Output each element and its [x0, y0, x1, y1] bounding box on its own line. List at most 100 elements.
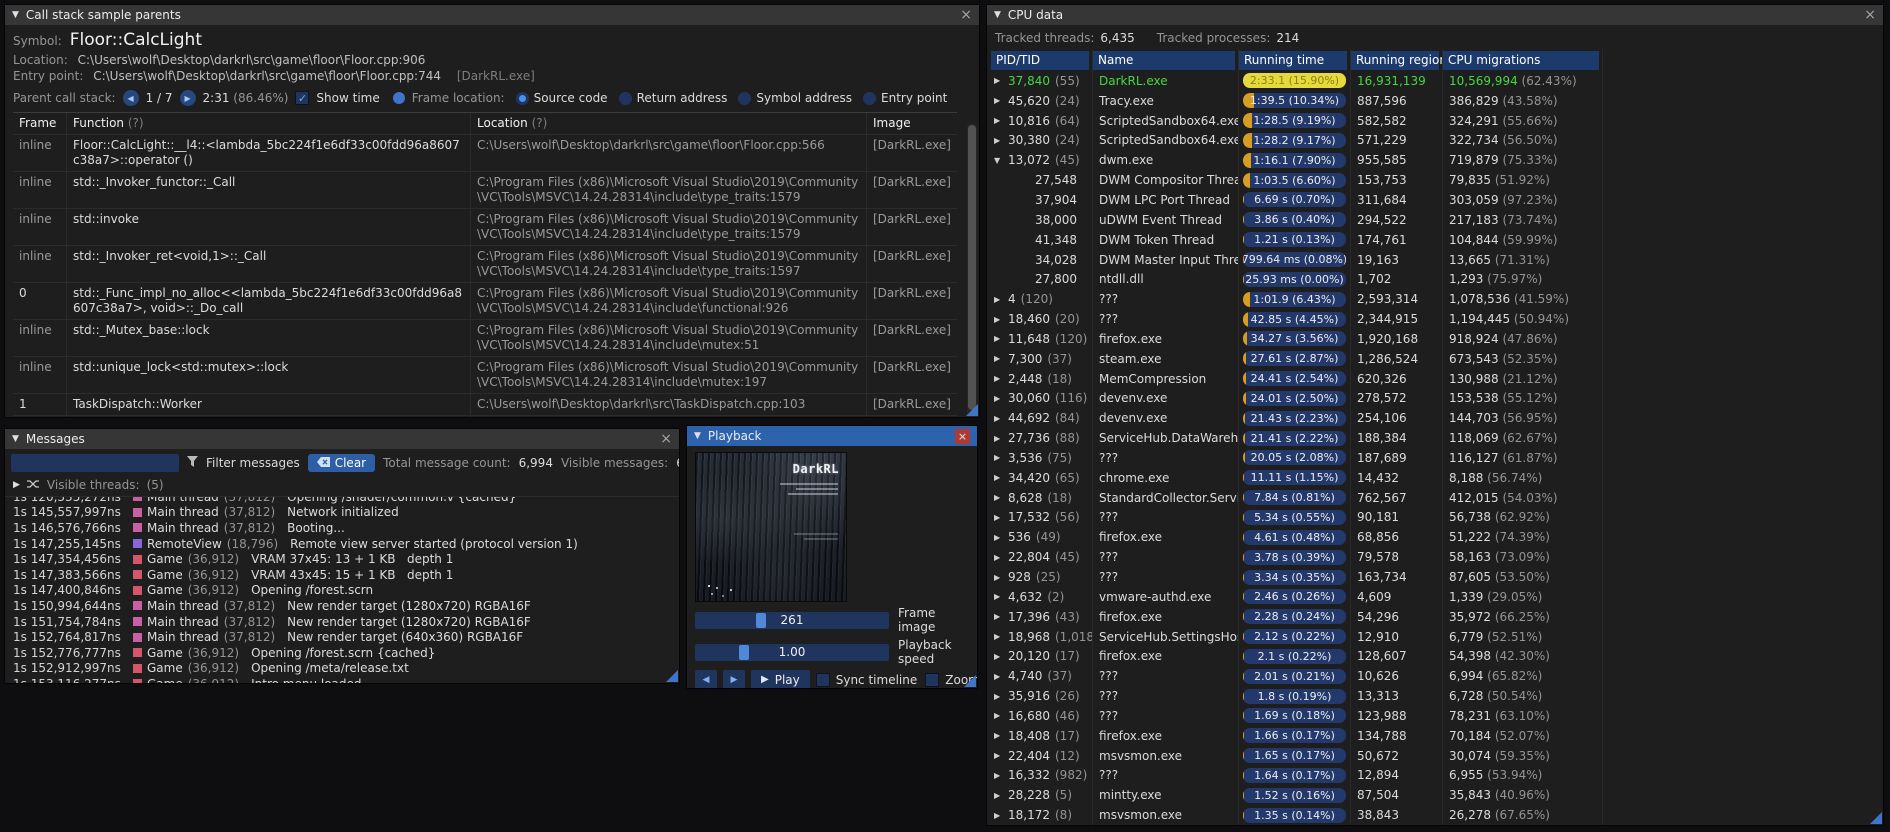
message-row[interactable]: 1s 151,754,784ns Main thread (37,812) New r…: [13, 614, 679, 630]
cpu-row[interactable]: ▶ 37,840 (55) DarkRL.exe 2:33.1 (15.90%) 16,9…: [991, 71, 1883, 91]
callstack-frame-row[interactable]: inline std::invoke C:\Program Files (x86)\…: [13, 209, 957, 246]
cpu-row[interactable]: ▶ 4,740 (37)??? 2.01 s (0.21%) 10,626 6,994 (…: [991, 666, 1883, 687]
expand-icon[interactable]: ▶: [994, 136, 1005, 145]
cpu-row[interactable]: ▼ 13,072 (45) dwm.exe 1:16.1 (7.90%) 955,585 7…: [991, 150, 1883, 171]
prev-frame-button[interactable]: ◀: [695, 670, 717, 688]
cpu-row[interactable]: ▶ 18,172 (8) msvsmon.exe 1.35 s (0.14%) 38,84…: [991, 805, 1883, 825]
cpu-row[interactable]: ▶ 20,120 (17) firefox.exe 2.1 s (0.22%) 128,6…: [991, 646, 1883, 667]
cpu-row[interactable]: ▶18,968 (1,018)ServiceHub.SettingsHost.ex…: [991, 626, 1883, 647]
message-row[interactable]: 1s 147,354,456ns Game (36,912) VRAM 37x45: …: [13, 551, 679, 567]
cpu-row[interactable]: ▶ 35,916 (26)??? 1.8 s (0.19%) 13,313 6,728 (…: [991, 686, 1883, 706]
expand-icon[interactable]: ▶: [994, 374, 1005, 383]
callstack-frame-row[interactable]: inline std::_Invoker_ret<void,1>::_Call C:…: [13, 246, 957, 283]
message-row[interactable]: 1s 150,994,644ns Main thread (37,812) New r…: [13, 598, 679, 614]
expand-icon[interactable]: ▶: [994, 315, 1005, 324]
callstack-scrollbar[interactable]: [967, 123, 977, 417]
expand-icon[interactable]: ▶: [994, 354, 1005, 363]
callstack-frame-row[interactable]: inline std::_Invoker_functor::_Call C:\Pro…: [13, 172, 957, 209]
callstack-frame-row[interactable]: 2std::thread::_Invoke<std::tuple<<lambda…: [13, 416, 957, 417]
collapse-icon[interactable]: ▼: [694, 431, 701, 441]
message-row[interactable]: 1s 153,116,277ns Game (36,912) Intro menu l…: [13, 676, 679, 683]
next-parent-button[interactable]: ▶: [179, 90, 196, 106]
clear-button[interactable]: Clear: [307, 454, 376, 472]
cpu-row[interactable]: ▶ 16,332 (982)??? 1.64 s (0.17%) 12,894 6,955…: [991, 765, 1883, 786]
radio-symbol-address[interactable]: [738, 91, 752, 105]
cpu-titlebar[interactable]: ▼ CPU data ×: [987, 5, 1883, 25]
callstack-frame-row[interactable]: 0 std::_Func_impl_no_alloc<<lambda_5bc224…: [13, 283, 957, 320]
scrollbar-thumb[interactable]: [968, 125, 976, 411]
cpu-row[interactable]: ▶ 34,420 (65) chrome.exe 11.11 s (1.15%) 14,4…: [991, 467, 1883, 488]
cpu-row[interactable]: 38,000 uDWM Event Thread 3.86 s (0.40%) 294…: [991, 209, 1883, 230]
expand-icon[interactable]: ▶: [994, 573, 1005, 582]
callstack-frame-row[interactable]: inline std::unique_lock<std::mutex>::lock…: [13, 357, 957, 394]
message-row[interactable]: 1s 152,764,817ns Main thread (37,812) New r…: [13, 629, 679, 645]
playback-frame-image[interactable]: DarkRL: [695, 452, 847, 602]
radio-source-code[interactable]: [515, 91, 529, 105]
expand-icon[interactable]: ▶: [994, 711, 1005, 720]
frame-slider[interactable]: 261: [695, 611, 889, 629]
expand-icon[interactable]: ▶: [994, 612, 1005, 621]
close-icon[interactable]: ×: [955, 428, 970, 444]
column-header-cpu-migrations[interactable]: CPU migrations: [1443, 50, 1599, 70]
cpu-row[interactable]: ▶ 4 (120)??? 1:01.9 (6.43%) 2,593,314 1,078,5…: [991, 289, 1883, 310]
message-row[interactable]: 1s 120,335,272ns Main thread (37,812) Openi…: [13, 497, 679, 505]
message-row[interactable]: 1s 147,383,566ns Game (36,912) VRAM 43x45: …: [13, 567, 679, 583]
cpu-row[interactable]: ▶ 2,448 (18) MemCompression 24.41 s (2.54%) 6…: [991, 368, 1883, 389]
expand-icon[interactable]: ▶: [994, 652, 1005, 661]
resize-grip[interactable]: [966, 404, 978, 416]
expand-icon[interactable]: ▶: [13, 480, 20, 490]
expand-icon[interactable]: ▶: [994, 791, 1005, 800]
speed-slider[interactable]: 1.00: [695, 643, 889, 661]
expand-icon[interactable]: ▶: [994, 334, 1005, 343]
resize-grip[interactable]: [666, 670, 678, 682]
cpu-row[interactable]: ▶ 16,680 (46)??? 1.69 s (0.18%) 123,988 78,23…: [991, 706, 1883, 726]
column-header-running-regions[interactable]: Running regions: [1351, 50, 1442, 70]
expand-icon[interactable]: ▶: [994, 295, 1005, 304]
message-row[interactable]: 1s 147,255,145ns RemoteView (18,796) Remote…: [13, 536, 679, 552]
cpu-row[interactable]: ▶ 17,532 (56)??? 5.34 s (0.55%) 90,181 56,738…: [991, 507, 1883, 528]
column-header-pid-tid[interactable]: PID/TID: [991, 50, 1089, 70]
expand-icon[interactable]: ▶: [994, 731, 1005, 740]
expand-icon[interactable]: ▼: [994, 156, 1005, 165]
cpu-row[interactable]: ▶ 45,620 (24) Tracy.exe 1:39.5 (10.34%) 887,5…: [991, 90, 1883, 111]
expand-icon[interactable]: ▶: [994, 414, 1005, 423]
visible-threads-row[interactable]: ▶ Visible threads: (5): [5, 477, 679, 497]
filter-input[interactable]: [11, 454, 179, 472]
collapse-icon[interactable]: ▼: [12, 10, 19, 20]
resize-grip[interactable]: [964, 675, 976, 687]
expand-icon[interactable]: ▶: [994, 453, 1005, 462]
cpu-row[interactable]: ▶ 536 (49) firefox.exe 4.61 s (0.48%) 68,856 5…: [991, 527, 1883, 548]
cpu-row[interactable]: ▶ 17,396 (43) firefox.exe 2.28 s (0.24%) 54,2…: [991, 606, 1883, 627]
shuffle-icon[interactable]: [26, 478, 40, 492]
cpu-row[interactable]: ▶ 928 (25)??? 3.34 s (0.35%) 163,734 87,605 (…: [991, 567, 1883, 587]
cpu-row[interactable]: 27,800 ntdll.dll 25.93 ms (0.00%) 1,702 1,29…: [991, 269, 1883, 290]
expand-icon[interactable]: ▶: [994, 692, 1005, 701]
prev-parent-button[interactable]: ◀: [122, 90, 139, 106]
message-row[interactable]: 1s 152,912,997ns Game (36,912) Opening /met…: [13, 661, 679, 677]
expand-icon[interactable]: ▶: [994, 751, 1005, 760]
column-header-running-time[interactable]: Running time: [1239, 50, 1347, 70]
collapse-icon[interactable]: ▼: [12, 434, 19, 444]
cpu-row[interactable]: 27,548 DWM Compositor Thread 1:03.5 (6.60%…: [991, 170, 1883, 191]
cpu-row[interactable]: ▶8,628 (18) StandardCollector.Service.e 7.8…: [991, 487, 1883, 508]
expand-icon[interactable]: ▶: [994, 76, 1005, 85]
playback-titlebar[interactable]: ▼ Playback ×: [687, 426, 977, 446]
cpu-row[interactable]: 41,348 DWM Token Thread 1.21 s (0.13%) 174,…: [991, 229, 1883, 250]
close-icon[interactable]: ×: [1864, 8, 1876, 22]
zoom-checkbox[interactable]: [925, 672, 940, 687]
cpu-row[interactable]: ▶ 18,408 (17) firefox.exe 1.66 s (0.17%) 134,…: [991, 725, 1883, 746]
expand-icon[interactable]: ▶: [994, 592, 1005, 601]
play-button[interactable]: ▶ Play: [751, 670, 810, 688]
expand-icon[interactable]: ▶: [994, 473, 1005, 482]
speed-slider-grab[interactable]: [738, 644, 749, 660]
column-header-frame[interactable]: Frame: [13, 113, 67, 134]
column-header-image[interactable]: Image: [867, 113, 963, 134]
cpu-row[interactable]: ▶ 44,692 (84) devenv.exe 21.43 s (2.23%) 254,…: [991, 408, 1883, 429]
cpu-row[interactable]: ▶27,736 (88) ServiceHub.DataWarehouseH 21.4…: [991, 428, 1883, 449]
callstack-titlebar[interactable]: ▼ Call stack sample parents ×: [5, 5, 979, 25]
cpu-row[interactable]: ▶ 22,404 (12) msvsmon.exe 1.65 s (0.17%) 50,6…: [991, 745, 1883, 766]
cpu-row[interactable]: ▶ 30,380 (24) ScriptedSandbox64.exe 1:28.2 (…: [991, 130, 1883, 151]
cpu-row[interactable]: ▶ 18,460 (20)??? 42.85 s (4.45%) 2,344,915 1,…: [991, 309, 1883, 329]
message-row[interactable]: 1s 146,576,766ns Main thread (37,812) Booti…: [13, 520, 679, 536]
cpu-row[interactable]: 34,028 DWM Master Input Thread 799.64 ms (…: [991, 249, 1883, 270]
